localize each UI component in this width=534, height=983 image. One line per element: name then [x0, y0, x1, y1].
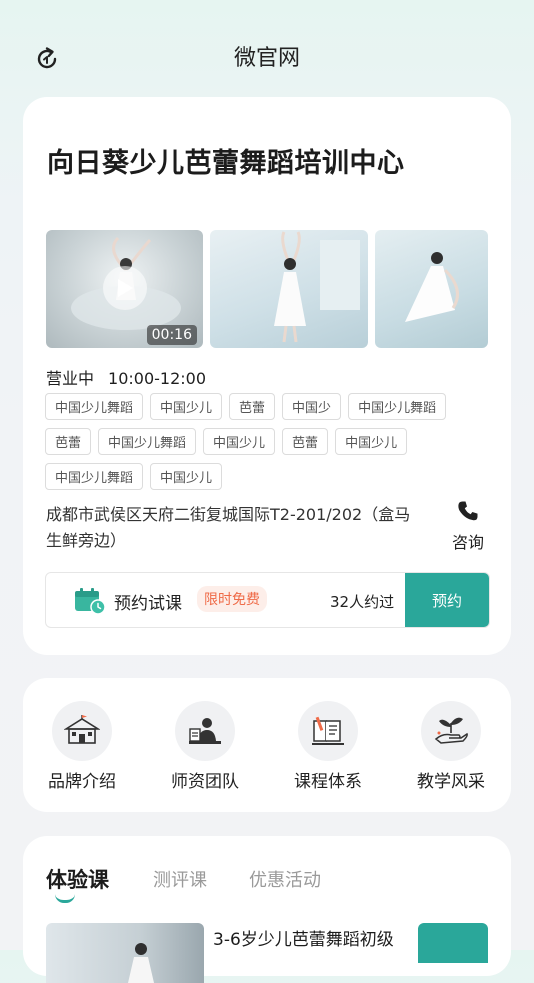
tag: 中国少儿: [150, 393, 223, 420]
store-card: 向日葵少儿芭蕾舞蹈培训中心 00:16 营业中 10:00-12:00 中国少儿…: [23, 97, 511, 655]
tag: 中国少儿: [335, 428, 408, 455]
trial-booking-bar: 预约试课 限时免费 32人约过 预约: [45, 572, 490, 628]
active-tab-indicator: [55, 894, 75, 903]
tag: 芭蕾: [229, 393, 276, 420]
nav-icon-circle: [175, 701, 235, 761]
tag: 芭蕾: [45, 428, 92, 455]
nav-icon-circle: [298, 701, 358, 761]
booked-count: 32人约过: [330, 593, 395, 611]
school-building-icon: [64, 715, 100, 744]
nav-item-brand[interactable]: 品牌介绍: [37, 701, 127, 792]
business-hours: 营业中 10:00-12:00: [46, 365, 220, 389]
tab-trial-class[interactable]: 体验课: [46, 864, 109, 894]
tag: 中国少儿舞蹈: [348, 393, 447, 420]
consult-label: 咨询: [451, 533, 484, 552]
tag: 中国少: [282, 393, 342, 420]
course-title: 3-6岁少儿芭蕾舞蹈初级: [213, 930, 394, 950]
teacher-icon: [189, 718, 221, 744]
tag: 中国少儿: [150, 463, 223, 490]
store-name: 向日葵少儿芭蕾舞蹈培训中心: [47, 148, 405, 179]
trial-label: 预约试课: [114, 594, 182, 614]
tag: 芭蕾: [282, 428, 329, 455]
photo-gallery[interactable]: 00:16 查 看 全 部: [46, 230, 488, 348]
tag: 中国少儿舞蹈: [45, 393, 144, 420]
nav-label: 课程体系: [294, 772, 362, 792]
nav-label: 品牌介绍: [48, 772, 116, 792]
phone-icon: [458, 501, 478, 521]
course-thumbnail[interactable]: [46, 923, 204, 983]
gallery-photo[interactable]: [210, 230, 368, 348]
page-title: 微官网: [233, 46, 300, 71]
video-thumbnail[interactable]: 00:16: [46, 230, 203, 348]
nav-label: 师资团队: [171, 772, 239, 792]
nav-item-teachers[interactable]: 师资团队: [160, 701, 250, 792]
nav-icon-circle: [52, 701, 112, 761]
video-duration: 00:16: [146, 325, 197, 345]
top-bar: 微官网: [0, 0, 534, 100]
nav-label: 教学风采: [417, 772, 485, 792]
nav-item-courses[interactable]: 课程体系: [283, 701, 373, 792]
tab-promotions[interactable]: 优惠活动: [249, 866, 321, 892]
sprout-hand-icon: [434, 717, 468, 744]
tag: 中国少儿: [203, 428, 276, 455]
tag: 中国少儿舞蹈: [98, 428, 197, 455]
course-image: [128, 943, 154, 983]
tag-list: 中国少儿舞蹈 中国少儿 芭蕾 中国少 中国少儿舞蹈芭蕾 中国少儿舞蹈 中国少儿 芭蕾 中国少儿中…: [45, 393, 495, 498]
tag: 中国少儿舞蹈: [45, 463, 144, 490]
business-time: 10:00-12:00: [108, 369, 207, 388]
consult-button[interactable]: 咨询: [443, 499, 493, 553]
nav-item-showcase[interactable]: 教学风采: [406, 701, 496, 792]
book-button[interactable]: 预约: [405, 573, 489, 627]
course-card: 体验课 测评课 优惠活动 3-6岁少儿芭蕾舞蹈初级: [23, 836, 511, 983]
course-book-icon: [312, 716, 344, 745]
dancer-image: [405, 252, 459, 322]
tab-assessment-class[interactable]: 测评课: [153, 866, 207, 892]
business-status: 营业中: [46, 369, 95, 388]
course-book-button[interactable]: [418, 923, 488, 963]
dancer-image: [274, 231, 360, 343]
play-icon: [118, 279, 133, 297]
play-button[interactable]: [103, 266, 147, 310]
calendar-clock-icon: [75, 588, 106, 615]
free-badge: 限时免费: [197, 586, 267, 612]
feature-nav-card: 品牌介绍 师资团队 课程体系 教学风采: [23, 678, 511, 812]
store-address: 成都市武侯区天府二街复城国际T2-201/202（盒马生鲜旁边）: [46, 505, 411, 550]
gallery-photo[interactable]: 查 看 全 部: [375, 230, 488, 348]
nav-icon-circle: [421, 701, 481, 761]
